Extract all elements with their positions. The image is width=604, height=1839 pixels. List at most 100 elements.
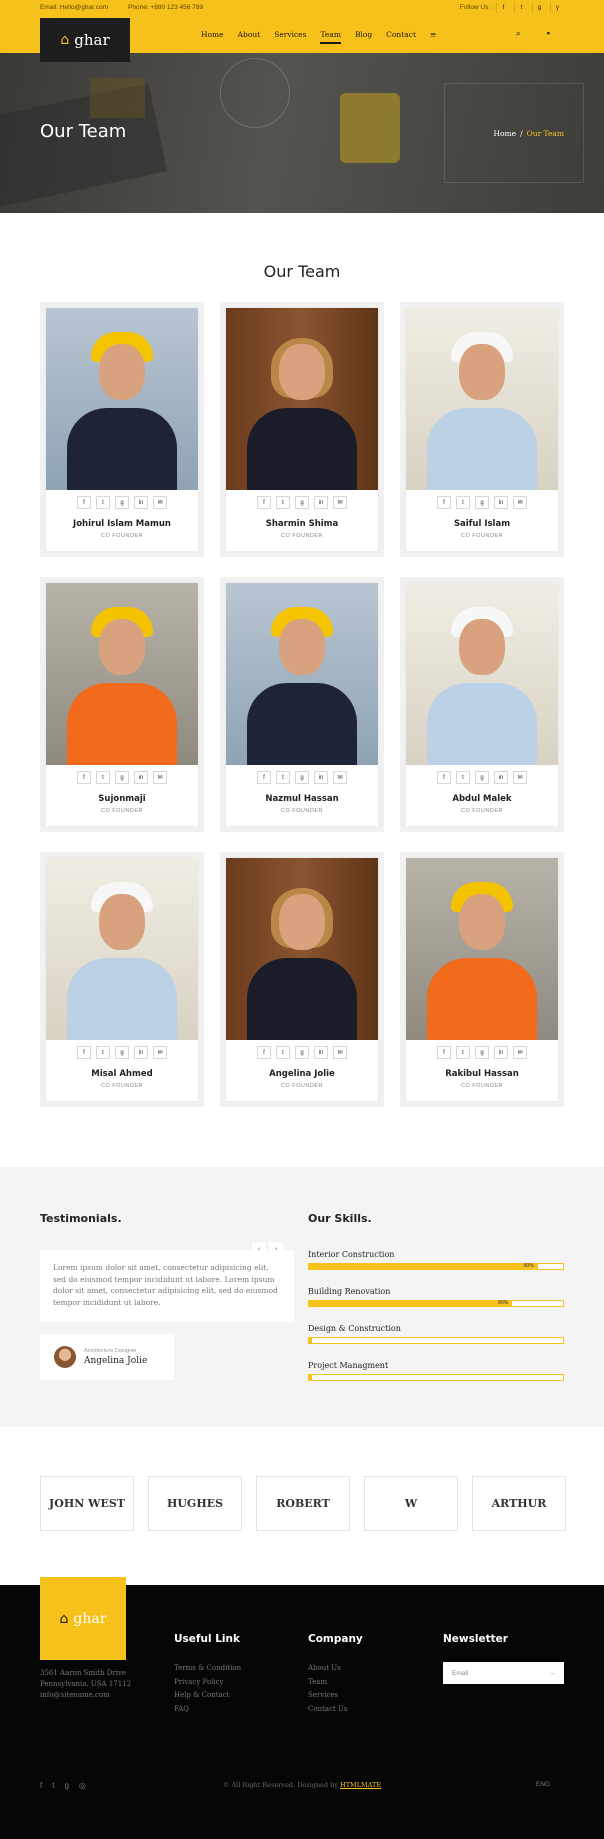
search-icon[interactable]: ⌕	[516, 28, 521, 39]
face-shape	[459, 894, 505, 950]
youtube-icon[interactable]: y	[550, 2, 564, 13]
google-plus-icon[interactable]: g	[532, 2, 546, 13]
twitter-icon[interactable]: t	[96, 1046, 110, 1059]
google-plus-icon[interactable]: g	[295, 771, 309, 784]
linkedin-icon[interactable]: in	[134, 771, 148, 784]
twitter-icon[interactable]: t	[514, 2, 528, 13]
member-name[interactable]: Abdul Malek	[406, 794, 558, 804]
twitter-icon[interactable]: t	[96, 771, 110, 784]
email-icon[interactable]: ✉	[513, 771, 527, 784]
email-icon[interactable]: ✉	[333, 496, 347, 509]
member-name[interactable]: Angelina Jolie	[226, 1069, 378, 1079]
linkedin-icon[interactable]: in	[494, 1046, 508, 1059]
linkedin-icon[interactable]: in	[134, 1046, 148, 1059]
twitter-icon[interactable]: t	[456, 1046, 470, 1059]
designer-link[interactable]: HTMLMATE	[340, 1781, 381, 1789]
email-icon[interactable]: ✉	[153, 1046, 167, 1059]
footer-logo[interactable]: ⌂ ghar	[40, 1577, 126, 1660]
email-icon[interactable]: ✉	[153, 771, 167, 784]
member-name[interactable]: Nazmul Hassan	[226, 794, 378, 804]
facebook-icon[interactable]: f	[437, 771, 451, 784]
google-plus-icon[interactable]: g	[295, 1046, 309, 1059]
linkedin-icon[interactable]: in	[494, 771, 508, 784]
client-logo-hughes[interactable]: HUGHES	[148, 1476, 242, 1531]
twitter-icon[interactable]: t	[96, 496, 110, 509]
twitter-icon[interactable]: t	[276, 1046, 290, 1059]
nav-about[interactable]: About	[238, 30, 261, 44]
site-logo[interactable]: ⌂ ghar	[40, 18, 130, 62]
facebook-icon[interactable]: f	[496, 2, 510, 13]
chat-icon[interactable]: ▪	[547, 28, 550, 39]
twitter-icon[interactable]: t	[456, 771, 470, 784]
link-team[interactable]: Team	[308, 1676, 363, 1690]
linkedin-icon[interactable]: in	[494, 496, 508, 509]
facebook-icon[interactable]: f	[257, 1046, 271, 1059]
google-plus-icon[interactable]: g	[115, 496, 129, 509]
facebook-icon[interactable]: f	[77, 496, 91, 509]
team-grid: f t g in ✉ Johirul Islam Mamun CO FOUNDER ft…	[40, 302, 564, 1107]
linkedin-icon[interactable]: in	[314, 1046, 328, 1059]
link-contact[interactable]: Contact Us	[308, 1703, 363, 1717]
email-icon[interactable]: ✉	[513, 496, 527, 509]
team-card: f t g in ✉ Sujonmaji CO FOUNDER	[40, 577, 204, 832]
member-social-links: f t g in ✉	[46, 771, 198, 784]
member-name[interactable]: Johirul Islam Mamun	[46, 519, 198, 529]
twitter-icon[interactable]: t	[276, 496, 290, 509]
twitter-icon[interactable]: t	[276, 771, 290, 784]
client-logo-w[interactable]: W	[364, 1476, 458, 1531]
hero-tape-shape	[90, 78, 145, 118]
top-phone[interactable]: Phone: +880 123 456 789	[128, 4, 203, 11]
nav-home[interactable]: Home	[201, 30, 224, 44]
member-name[interactable]: Misal Ahmed	[46, 1069, 198, 1079]
google-plus-icon[interactable]: g	[115, 1046, 129, 1059]
nav-blog[interactable]: Blog	[355, 30, 372, 44]
member-name[interactable]: Rakibul Hassan	[406, 1069, 558, 1079]
breadcrumb-current: Our Team	[526, 129, 564, 138]
client-logo-robert[interactable]: ROBERT	[256, 1476, 350, 1531]
top-email[interactable]: Email: Hello@ghar.com	[40, 4, 108, 11]
nav-services[interactable]: Services	[274, 30, 306, 44]
useful-links: Useful Link Terms & Condition Privacy Po…	[174, 1633, 241, 1716]
facebook-icon[interactable]: f	[77, 1046, 91, 1059]
member-name[interactable]: Sujonmaji	[46, 794, 198, 804]
nav-team[interactable]: Team	[320, 30, 341, 44]
menu-icon[interactable]: ≡	[430, 30, 436, 44]
link-privacy[interactable]: Privacy Policy	[174, 1676, 241, 1690]
linkedin-icon[interactable]: in	[314, 496, 328, 509]
newsletter-email-field[interactable]: Email →	[443, 1662, 564, 1684]
google-plus-icon[interactable]: g	[475, 1046, 489, 1059]
google-plus-icon[interactable]: g	[295, 496, 309, 509]
language-selector[interactable]: ENG	[536, 1781, 550, 1788]
email-icon[interactable]: ✉	[513, 1046, 527, 1059]
link-faq[interactable]: FAQ	[174, 1703, 241, 1717]
member-name[interactable]: Saiful Islam	[406, 519, 558, 529]
email-icon[interactable]: ✉	[333, 771, 347, 784]
google-plus-icon[interactable]: g	[475, 771, 489, 784]
link-about[interactable]: About Us	[308, 1662, 363, 1676]
linkedin-icon[interactable]: in	[314, 771, 328, 784]
footer-email[interactable]: info@sitename.com	[40, 1690, 131, 1701]
facebook-icon[interactable]: f	[257, 496, 271, 509]
twitter-icon[interactable]: t	[456, 496, 470, 509]
linkedin-icon[interactable]: in	[134, 496, 148, 509]
link-terms[interactable]: Terms & Condition	[174, 1662, 241, 1676]
member-social-links: f t g in ✉	[226, 1046, 378, 1059]
shirt-shape	[67, 683, 177, 765]
email-icon[interactable]: ✉	[333, 1046, 347, 1059]
google-plus-icon[interactable]: g	[115, 771, 129, 784]
facebook-icon[interactable]: f	[437, 496, 451, 509]
link-help[interactable]: Help & Contact	[174, 1689, 241, 1703]
main-nav: Home About Services Team Blog Contact ≡	[201, 30, 450, 44]
google-plus-icon[interactable]: g	[475, 496, 489, 509]
breadcrumb-home[interactable]: Home	[493, 129, 516, 138]
client-logo-john-west[interactable]: JOHN WEST	[40, 1476, 134, 1531]
nav-contact[interactable]: Contact	[386, 30, 416, 44]
link-services[interactable]: Services	[308, 1689, 363, 1703]
facebook-icon[interactable]: f	[257, 771, 271, 784]
client-logo-arthur[interactable]: ARTHUR	[472, 1476, 566, 1531]
facebook-icon[interactable]: f	[437, 1046, 451, 1059]
send-arrow-icon[interactable]: →	[549, 1670, 556, 1677]
email-icon[interactable]: ✉	[153, 496, 167, 509]
facebook-icon[interactable]: f	[77, 771, 91, 784]
member-name[interactable]: Sharmin Shima	[226, 519, 378, 529]
